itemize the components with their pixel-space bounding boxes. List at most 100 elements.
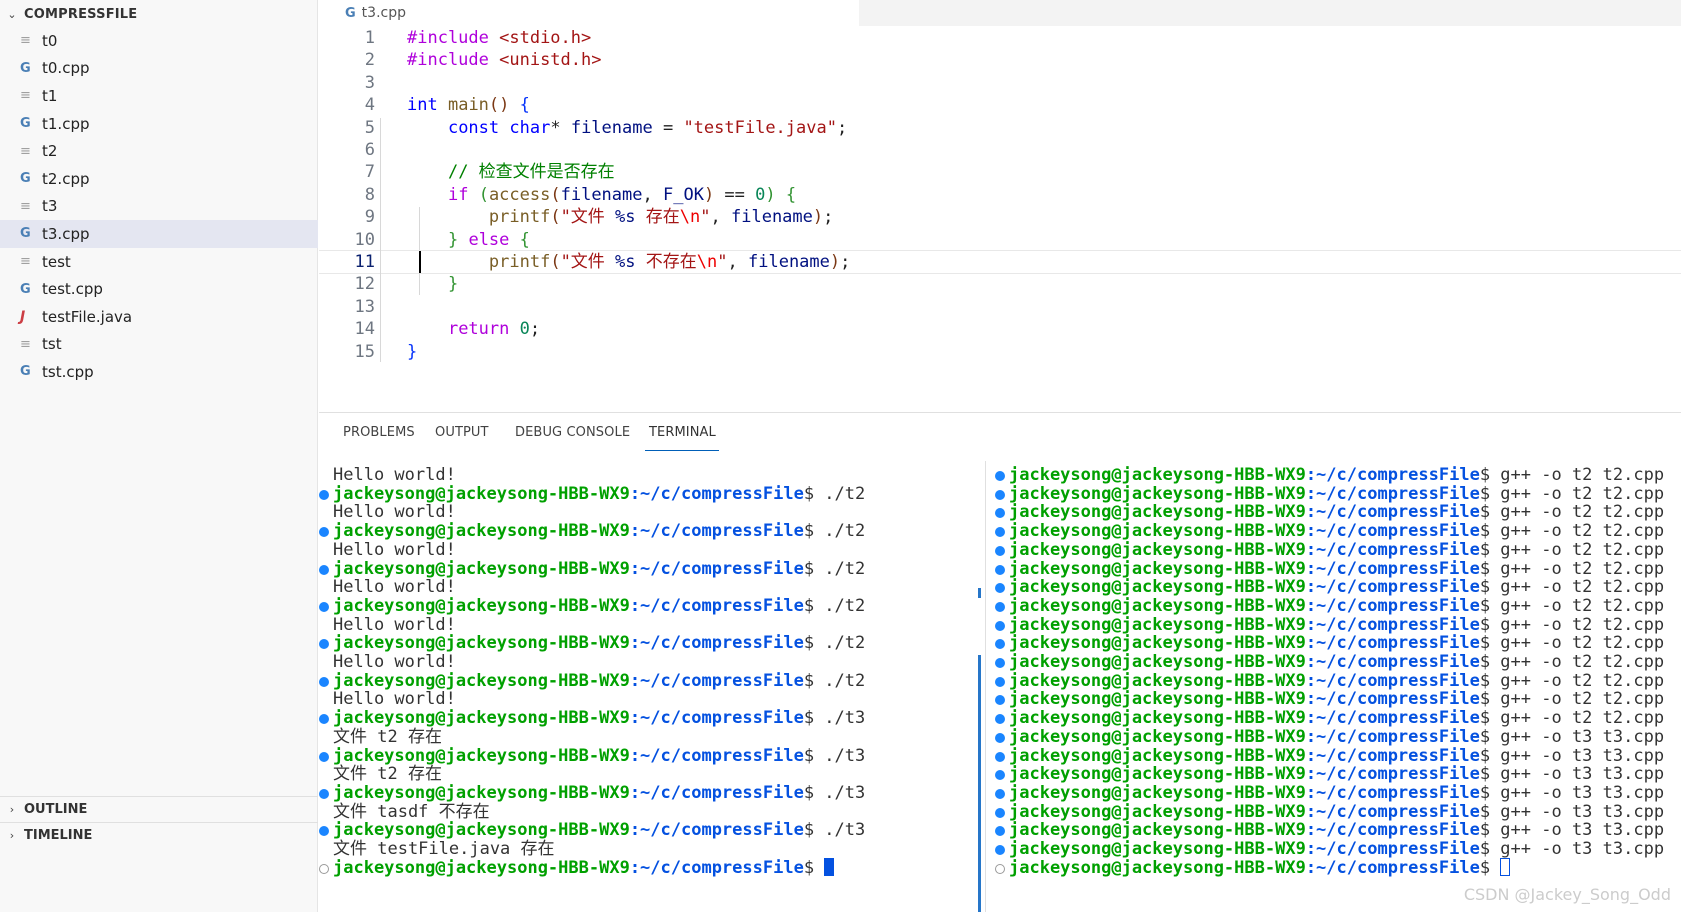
prompt-symbol: $ — [1479, 465, 1491, 485]
editor-tab-t3-cpp[interactable]: G t3.cpp — [319, 0, 859, 26]
outline-section-header[interactable]: › OUTLINE — [0, 796, 318, 822]
command-status-dot[interactable] — [995, 658, 1005, 668]
command-status-dot[interactable] — [995, 826, 1005, 837]
prompt-path: :~/c/compressFile — [1305, 820, 1480, 841]
code-line[interactable]: 12 } — [319, 272, 1681, 296]
terminal-scrollbar[interactable] — [978, 655, 981, 912]
code-token: { — [519, 95, 530, 116]
terminal-prompt-line: jackeysong@jackeysong-HBB-WX9:~/c/compre… — [333, 857, 835, 878]
prompt-user: jackeysong@jackeysong-HBB-WX9 — [1009, 726, 1306, 747]
timeline-section-header[interactable]: › TIMELINE — [0, 822, 318, 848]
tab-debug-console[interactable]: DEBUG CONSOLE — [515, 425, 630, 440]
bottom-panel: PROBLEMS OUTPUT DEBUG CONSOLE TERMINAL H… — [319, 412, 1681, 912]
code-line[interactable]: 10 } else { — [319, 228, 1681, 252]
code-line[interactable]: 15} — [319, 340, 1681, 364]
command-status-dot[interactable] — [995, 788, 1005, 799]
prompt-user: jackeysong@jackeysong-HBB-WX9 — [333, 782, 630, 803]
code-text: return 0; — [407, 317, 540, 341]
cpp-file-icon: G — [20, 60, 31, 76]
command-status-dot[interactable] — [995, 714, 1005, 725]
command-status-dot[interactable] — [995, 676, 1005, 687]
line-number: 13 — [354, 296, 375, 317]
command-status-dot[interactable] — [995, 807, 1005, 818]
file-item[interactable]: Gt1.cpp — [0, 110, 318, 138]
command-status-dot[interactable] — [319, 714, 329, 725]
file-item[interactable]: JtestFile.java — [0, 303, 318, 331]
command-status-dot[interactable] — [319, 527, 329, 538]
file-item[interactable]: ≡ t3 — [0, 193, 318, 221]
command-status-dot[interactable] — [995, 601, 1005, 612]
prompt-command: g++ -o t2 t2.cpp — [1490, 652, 1665, 672]
code-line[interactable]: 1 #include <stdio.h> — [319, 26, 1681, 50]
explorer-folder-header[interactable]: ⌄ COMPRESSFILE — [0, 3, 318, 25]
command-status-dot[interactable] — [995, 732, 1005, 743]
command-status-dot[interactable] — [995, 845, 1005, 855]
code-line[interactable]: 5 const char* filename = "testFile.java"… — [319, 116, 1681, 140]
file-item[interactable]: Gt0.cpp — [0, 55, 318, 83]
file-item[interactable]: Gt2.cpp — [0, 165, 318, 193]
command-status-dot[interactable] — [995, 639, 1005, 650]
prompt-command: ./t3 — [814, 820, 866, 841]
command-status-dot[interactable] — [319, 863, 329, 874]
command-status-dot[interactable] — [995, 863, 1005, 874]
terminal-split-divider[interactable] — [985, 461, 986, 912]
command-status-dot[interactable] — [319, 639, 329, 650]
command-status-dot[interactable] — [319, 489, 329, 500]
file-item[interactable]: Gtst.cpp — [0, 358, 318, 386]
prompt-command: g++ -o t2 t2.cpp — [1490, 689, 1665, 710]
code-line[interactable]: 8 if (access(filename, F_OK) == 0) { — [319, 183, 1681, 207]
command-status-dot[interactable] — [995, 564, 1005, 575]
prompt-path: :~/c/compressFile — [1305, 839, 1480, 859]
terminal-right[interactable]: jackeysong@jackeysong-HBB-WX9 :~/c/compre… — [995, 465, 1681, 912]
command-status-dot[interactable] — [319, 676, 329, 687]
command-status-dot[interactable] — [319, 788, 329, 799]
code-token: 不存在 — [635, 252, 697, 272]
file-item[interactable]: ≡ t2 — [0, 137, 318, 165]
file-item[interactable]: ≡ tst — [0, 331, 318, 359]
terminal-prompt-line: jackeysong@jackeysong-HBB-WX9:~/c/compre… — [1009, 559, 1664, 579]
file-item[interactable]: Gt3.cpp — [0, 220, 318, 248]
command-status-dot[interactable] — [995, 489, 1005, 500]
terminal-left[interactable]: Hello world! jackeysong@jackeysong-HBB-WX… — [319, 465, 977, 912]
file-item[interactable]: ≡ t1 — [0, 82, 318, 110]
command-status-dot[interactable] — [319, 601, 329, 612]
prompt-user: jackeysong@jackeysong-HBB-WX9 — [1009, 465, 1306, 485]
prompt-symbol: $ — [803, 820, 815, 841]
file-item[interactable]: ≡ t0 — [0, 27, 318, 55]
command-status-dot[interactable] — [995, 770, 1005, 781]
terminal-prompt-line: jackeysong@jackeysong-HBB-WX9:~/c/compre… — [1009, 689, 1664, 709]
code-line[interactable]: 4 int main() { — [319, 93, 1681, 117]
command-status-dot[interactable] — [995, 583, 1005, 594]
prompt-symbol: $ — [1479, 801, 1491, 822]
code-line[interactable]: 2 #include <unistd.h> — [319, 48, 1681, 72]
command-status-dot[interactable] — [995, 527, 1005, 538]
command-status-dot[interactable] — [995, 620, 1005, 631]
code-line[interactable]: 9 printf("文件 %s 存在\n", filename); — [319, 205, 1681, 229]
command-status-dot[interactable] — [319, 564, 329, 575]
code-editor[interactable]: 1 #include <stdio.h> 2 #include <unistd.h> 3… — [319, 26, 1681, 410]
code-line[interactable]: 14 return 0; — [319, 317, 1681, 341]
code-line[interactable]: 13 — [319, 295, 1681, 319]
command-status-dot[interactable] — [995, 508, 1005, 519]
command-status-dot[interactable] — [995, 545, 1005, 556]
command-status-dot[interactable] — [995, 471, 1005, 481]
code-line[interactable]: 3 — [319, 71, 1681, 95]
file-name: test — [42, 252, 71, 271]
tab-output[interactable]: OUTPUT — [435, 425, 489, 440]
command-status-dot[interactable] — [319, 826, 329, 837]
active-tab-indicator — [645, 450, 719, 451]
prompt-path: :~/c/compressFile — [1305, 689, 1480, 710]
file-item[interactable]: ≡ test — [0, 248, 318, 276]
file-item[interactable]: Gtest.cpp — [0, 275, 318, 303]
tab-terminal[interactable]: TERMINAL — [649, 425, 716, 440]
command-status-dot[interactable] — [319, 751, 329, 762]
command-status-dot[interactable] — [995, 751, 1005, 762]
command-status-dot[interactable] — [995, 695, 1005, 706]
code-line[interactable]: 6 — [319, 138, 1681, 162]
code-token: printf — [488, 252, 551, 272]
code-line[interactable]: 7 // 检查文件是否存在 — [319, 160, 1681, 184]
code-line[interactable]: 11 printf("文件 %s 不存在\n", filename); — [319, 250, 1681, 274]
tab-problems[interactable]: PROBLEMS — [343, 425, 415, 440]
